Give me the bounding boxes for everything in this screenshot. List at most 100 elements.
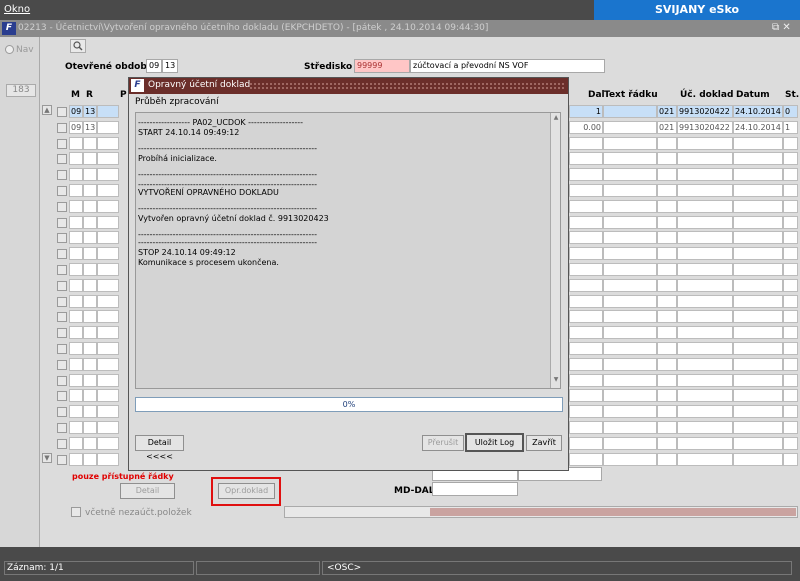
grid-cell[interactable] [677, 436, 733, 450]
log-panel[interactable]: ------------------ PA02_UCDOK ----------… [135, 112, 561, 389]
grid-cell[interactable]: 9913020422 [677, 105, 733, 118]
grid-cell[interactable] [569, 326, 603, 340]
grid-cell[interactable] [733, 326, 783, 340]
grid-cell[interactable] [603, 326, 657, 340]
grid-cell[interactable] [69, 152, 83, 166]
grid-cell[interactable] [569, 168, 603, 182]
grid-cell[interactable] [97, 310, 119, 324]
row-checkbox[interactable] [57, 359, 67, 370]
row-checkbox[interactable] [57, 154, 67, 165]
grid-cell[interactable] [677, 184, 733, 197]
grid-cell[interactable] [657, 452, 677, 466]
grid-cell[interactable] [657, 357, 677, 371]
grid-cell[interactable] [569, 231, 603, 245]
grid-cell[interactable] [783, 405, 798, 419]
grid-cell[interactable] [69, 342, 83, 355]
grid-cell[interactable] [69, 357, 83, 371]
grid-cell[interactable] [97, 326, 119, 340]
grid-cell[interactable] [677, 215, 733, 229]
grid-cell[interactable] [69, 247, 83, 261]
row-checkbox[interactable] [57, 265, 67, 275]
grid-cell[interactable] [83, 373, 97, 387]
grid-cell[interactable] [69, 231, 83, 245]
grid-cell[interactable] [603, 263, 657, 276]
grid-cell[interactable] [677, 231, 733, 245]
detail-button[interactable]: Detail [120, 483, 175, 499]
grid-cell[interactable] [603, 184, 657, 197]
row-checkbox[interactable] [57, 170, 67, 181]
grid-cell[interactable] [97, 231, 119, 245]
grid-cell[interactable] [569, 184, 603, 197]
grid-cell[interactable] [733, 231, 783, 245]
grid-cell[interactable] [783, 294, 798, 308]
grid-cell[interactable] [83, 184, 97, 197]
grid-cell[interactable] [783, 184, 798, 197]
grid-cell[interactable] [783, 452, 798, 466]
dialog-title-bar[interactable]: F Opravný účetní doklad [129, 78, 568, 94]
grid-cell[interactable] [83, 389, 97, 403]
grid-cell[interactable] [677, 342, 733, 355]
grid-cell[interactable] [657, 436, 677, 450]
grid-cell[interactable] [569, 310, 603, 324]
include-unposted-checkbox[interactable] [71, 507, 81, 517]
grid-cell[interactable] [677, 168, 733, 182]
grid-cell[interactable] [783, 231, 798, 245]
grid-cell[interactable] [603, 278, 657, 292]
grid-cell[interactable] [677, 263, 733, 276]
grid-cell[interactable] [569, 199, 603, 213]
grid-cell[interactable] [569, 421, 603, 434]
grid-cell[interactable] [677, 310, 733, 324]
grid-cell[interactable] [69, 136, 83, 150]
search-icon[interactable] [70, 39, 86, 53]
grid-cell[interactable] [733, 263, 783, 276]
grid-cell[interactable] [783, 136, 798, 150]
grid-cell[interactable] [603, 342, 657, 355]
grid-cell[interactable] [677, 357, 733, 371]
grid-cell[interactable] [657, 215, 677, 229]
grid-cell[interactable] [603, 452, 657, 466]
grid-cell[interactable] [677, 294, 733, 308]
grid-cell[interactable] [657, 184, 677, 197]
grid-cell[interactable] [83, 326, 97, 340]
grid-cell[interactable] [783, 421, 798, 434]
grid-cell[interactable] [657, 247, 677, 261]
grid-cell[interactable] [657, 373, 677, 387]
grid-cell[interactable] [733, 436, 783, 450]
grid-cell[interactable] [733, 215, 783, 229]
grid-cell[interactable] [97, 278, 119, 292]
grid-cell[interactable] [783, 357, 798, 371]
grid-cell[interactable] [97, 263, 119, 276]
row-checkbox[interactable] [57, 280, 67, 291]
grid-cell[interactable]: 9913020422 [677, 120, 733, 134]
grid-cell[interactable]: 09 [69, 105, 83, 118]
row-checkbox[interactable] [57, 249, 67, 260]
grid-cell[interactable] [97, 136, 119, 150]
grid-cell[interactable] [569, 405, 603, 419]
grid-cell[interactable]: 13 [83, 105, 97, 118]
grid-cell[interactable] [603, 389, 657, 403]
grid-cell[interactable] [603, 247, 657, 261]
grid-cell[interactable] [569, 247, 603, 261]
grid-cell[interactable] [97, 421, 119, 434]
grid-cell[interactable]: 1 [783, 120, 798, 134]
grid-cell[interactable] [69, 310, 83, 324]
grid-cell[interactable] [677, 278, 733, 292]
grid-cell[interactable] [69, 215, 83, 229]
period-month-input[interactable]: 09 [146, 59, 162, 73]
grid-cell[interactable] [569, 436, 603, 450]
grid-cell[interactable] [733, 152, 783, 166]
grid-cell[interactable] [783, 326, 798, 340]
grid-cell[interactable] [657, 326, 677, 340]
grid-cell[interactable] [69, 373, 83, 387]
grid-cell[interactable] [657, 136, 677, 150]
row-checkbox[interactable] [57, 375, 67, 386]
grid-cell[interactable] [569, 278, 603, 292]
row-checkbox[interactable] [57, 138, 67, 149]
grid-cell[interactable]: 13 [83, 120, 97, 134]
grid-cell[interactable] [69, 199, 83, 213]
row-checkbox[interactable] [57, 296, 67, 307]
prerusit-button[interactable]: Přerušit [422, 435, 464, 451]
grid-cell[interactable] [733, 294, 783, 308]
grid-cell[interactable] [569, 357, 603, 371]
grid-cell[interactable] [657, 294, 677, 308]
